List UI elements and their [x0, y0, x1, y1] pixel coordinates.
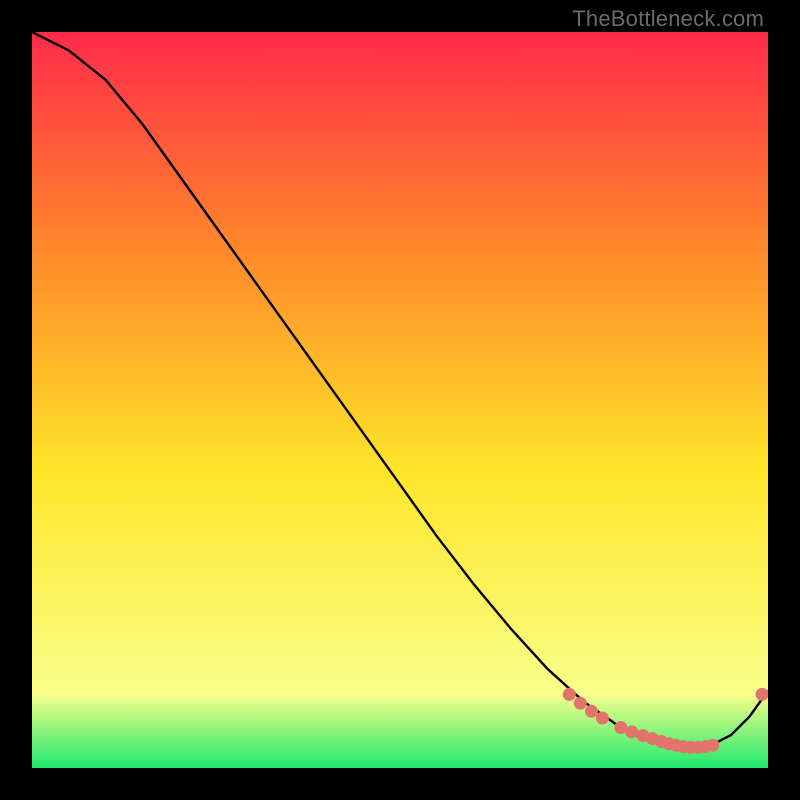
data-marker — [596, 712, 609, 725]
data-marker — [574, 697, 587, 710]
data-marker — [625, 725, 638, 738]
bottleneck-chart — [32, 32, 768, 768]
data-marker — [756, 688, 768, 701]
chart-frame — [32, 32, 768, 768]
gradient-bg — [32, 32, 768, 768]
data-marker — [585, 705, 598, 718]
data-marker — [706, 739, 719, 752]
data-marker — [563, 688, 576, 701]
watermark-text: TheBottleneck.com — [572, 6, 764, 32]
